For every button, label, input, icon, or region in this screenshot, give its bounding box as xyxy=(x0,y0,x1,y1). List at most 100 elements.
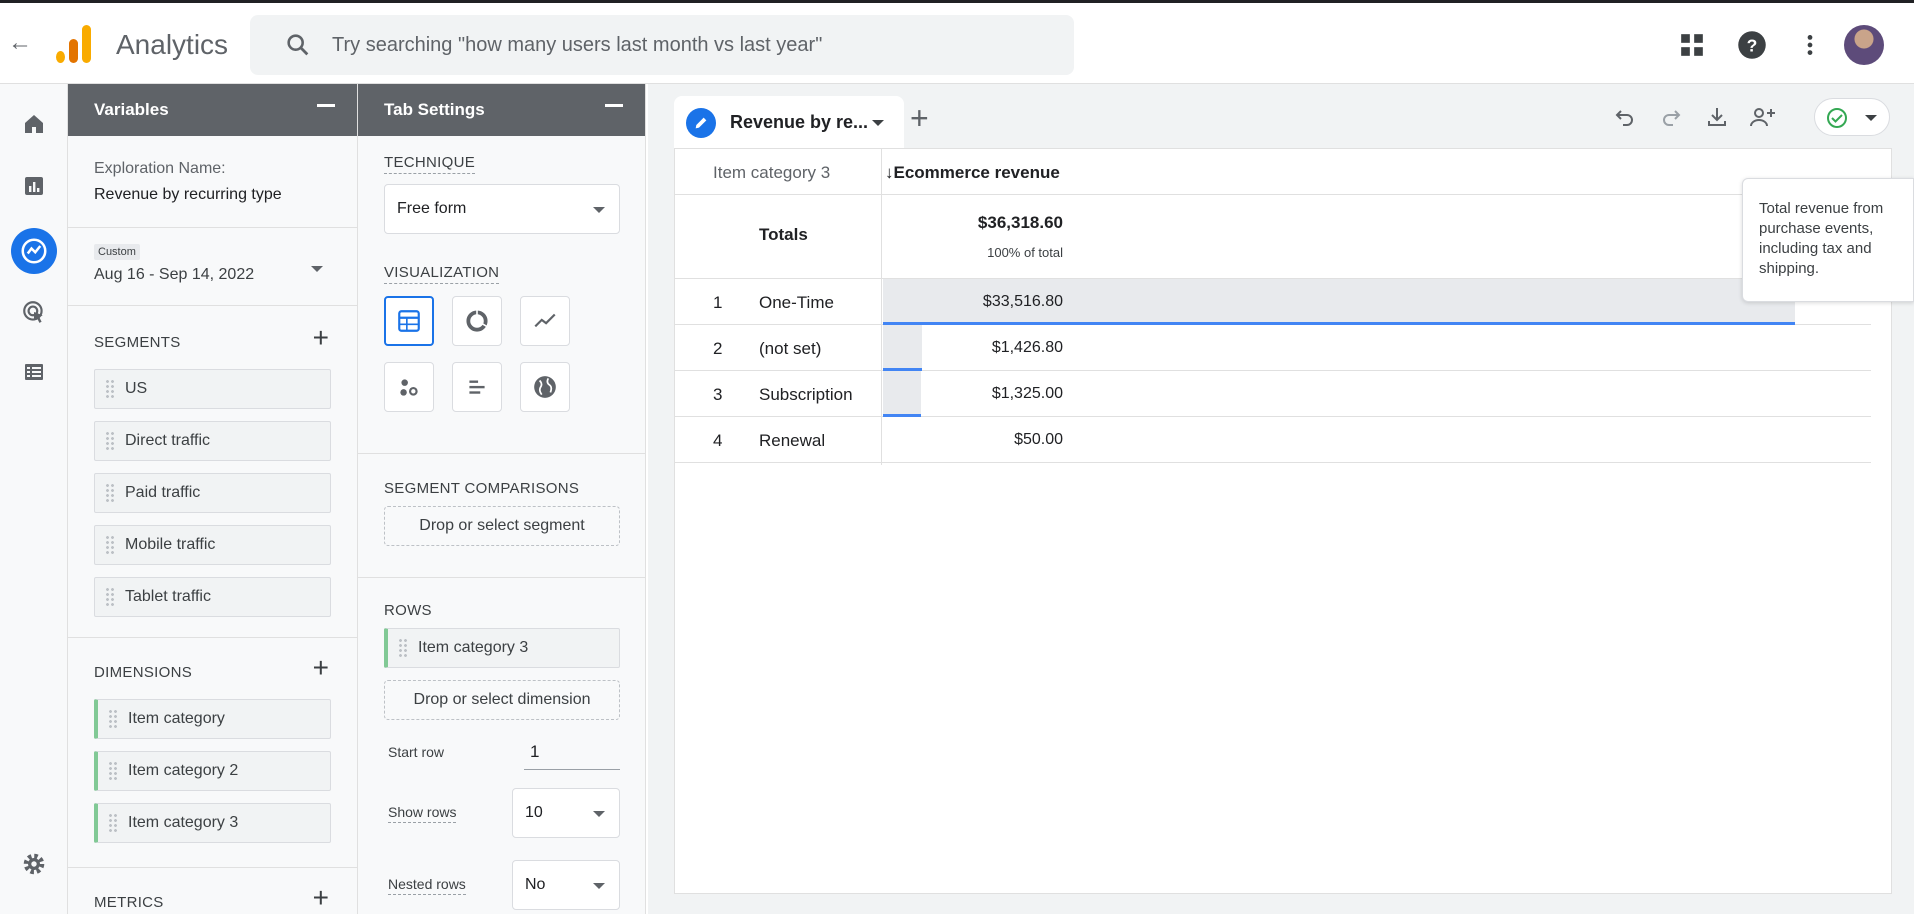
search-bar[interactable]: Try searching "how many users last month… xyxy=(250,15,1074,75)
tab-label: Revenue by re... xyxy=(730,112,869,132)
segment-comparisons-title: SEGMENT COMPARISONS xyxy=(384,480,580,497)
dimension-dropzone[interactable]: Drop or select dimension xyxy=(384,680,620,720)
tab-settings-panel: Tab Settings TECHNIQUE Free form VISUALI… xyxy=(358,84,646,914)
segment-chip[interactable]: Direct traffic xyxy=(94,421,331,461)
exploration-name-label: Exploration Name: xyxy=(94,160,226,177)
dimension-chip[interactable]: Item category xyxy=(94,699,331,739)
chevron-down-icon xyxy=(1865,115,1877,121)
pencil-edit-icon[interactable] xyxy=(686,108,716,138)
segment-chip[interactable]: US xyxy=(94,369,331,409)
metrics-title: METRICS xyxy=(94,894,164,911)
drag-handle-icon[interactable] xyxy=(108,761,118,781)
geo-viz-button[interactable] xyxy=(520,362,570,412)
start-row-label: Start row xyxy=(388,744,445,760)
status-check-button[interactable] xyxy=(1814,98,1890,136)
svg-text:?: ? xyxy=(1747,35,1758,55)
tab-settings-header: Tab Settings xyxy=(358,84,645,136)
drag-handle-icon[interactable] xyxy=(105,379,115,399)
share-user-icon[interactable] xyxy=(1746,100,1780,134)
exploration-tab[interactable]: Revenue by re... xyxy=(674,96,904,148)
metric-tooltip: Total revenue from purchase events, incl… xyxy=(1742,178,1914,302)
exploration-name-section: Exploration Name: Revenue by recurring t… xyxy=(68,136,357,228)
row-dimension-value: (not set) xyxy=(759,339,822,358)
date-dropdown-icon[interactable] xyxy=(311,266,323,272)
more-vert-icon[interactable] xyxy=(1788,23,1832,67)
scatter-chart-icon xyxy=(400,379,418,396)
download-icon[interactable] xyxy=(1700,100,1734,134)
check-circle-icon xyxy=(1827,108,1847,128)
bar-background xyxy=(883,371,921,416)
start-row-input[interactable]: 1 xyxy=(524,730,620,770)
dimension-chip[interactable]: Item category 3 xyxy=(94,803,331,843)
undo-icon[interactable] xyxy=(1608,100,1642,134)
configure-list-icon[interactable] xyxy=(14,352,54,392)
row-dimension-value: Renewal xyxy=(759,431,826,450)
search-placeholder: Try searching "how many users last month… xyxy=(332,34,823,56)
help-icon[interactable]: ? xyxy=(1730,23,1774,67)
table-row[interactable]: 3 Subscription $1,325.00 xyxy=(675,371,1871,417)
apps-grid-icon[interactable] xyxy=(1670,23,1714,67)
rows-section: ROWS Item category 3 Drop or select dime… xyxy=(358,578,645,914)
variables-panel: Variables Exploration Name: Revenue by r… xyxy=(68,84,358,914)
donut-viz-button[interactable] xyxy=(452,296,502,346)
account-avatar-button[interactable] xyxy=(1842,23,1886,67)
drag-handle-icon[interactable] xyxy=(105,587,115,607)
bar-viz-button[interactable] xyxy=(452,362,502,412)
dimension-header[interactable]: Item category 3 xyxy=(713,163,830,183)
explore-icon[interactable] xyxy=(11,228,57,274)
exploration-name-value[interactable]: Revenue by recurring type xyxy=(94,186,331,204)
table-row[interactable]: 2 (not set) $1,426.80 xyxy=(675,325,1871,371)
metric-header[interactable]: ↓Ecommerce revenue xyxy=(885,163,1060,183)
table-row[interactable]: 1 One-Time $33,516.80 xyxy=(675,279,1871,325)
add-metric-plus-icon[interactable]: + xyxy=(313,882,329,914)
row-dimension-chip[interactable]: Item category 3 xyxy=(384,628,620,668)
drag-handle-icon[interactable] xyxy=(105,483,115,503)
drag-handle-icon[interactable] xyxy=(398,638,408,658)
top-bar: ← Analytics Try searching "how many user… xyxy=(0,0,1914,84)
rows-title: ROWS xyxy=(384,602,432,619)
table-header-row: Item category 3 ↓Ecommerce revenue xyxy=(675,149,1871,195)
dimension-chip[interactable]: Item category 2 xyxy=(94,751,331,791)
show-rows-select[interactable]: 10 xyxy=(512,788,620,838)
drag-handle-icon[interactable] xyxy=(108,813,118,833)
date-range-section[interactable]: Custom Aug 16 - Sep 14, 2022 xyxy=(68,228,357,306)
line-viz-button[interactable] xyxy=(520,296,570,346)
drag-handle-icon[interactable] xyxy=(105,431,115,451)
drag-handle-icon[interactable] xyxy=(105,535,115,555)
add-dimension-plus-icon[interactable]: + xyxy=(313,652,329,684)
line-chart-icon xyxy=(534,313,556,328)
row-dimension-value: Subscription xyxy=(759,385,853,404)
add-segment-plus-icon[interactable]: + xyxy=(313,322,329,354)
technique-select[interactable]: Free form xyxy=(384,184,620,234)
advertising-icon[interactable] xyxy=(14,292,54,332)
reports-icon[interactable] xyxy=(14,166,54,206)
segment-chip[interactable]: Mobile traffic xyxy=(94,525,331,565)
date-range: Aug 16 - Sep 14, 2022 xyxy=(94,266,255,283)
table-viz-button[interactable] xyxy=(384,296,434,346)
technique-visualization-section: TECHNIQUE Free form VISUALIZATION xyxy=(358,136,645,454)
segment-list: US Direct traffic Paid traffic Mobile tr… xyxy=(94,369,331,617)
tab-dropdown-icon[interactable] xyxy=(872,120,884,126)
row-metric-value: $50.00 xyxy=(1014,431,1063,448)
minimize-icon[interactable] xyxy=(605,104,623,107)
home-icon[interactable] xyxy=(14,104,54,144)
totals-pct: 100% of total xyxy=(987,245,1063,260)
analytics-logo xyxy=(56,25,92,63)
chevron-down-icon xyxy=(593,883,605,889)
nested-rows-select[interactable]: No xyxy=(512,860,620,910)
add-tab-plus-icon[interactable]: + xyxy=(910,100,929,137)
segment-dropzone[interactable]: Drop or select segment xyxy=(384,506,620,546)
redo-icon[interactable] xyxy=(1654,100,1688,134)
segment-chip[interactable]: Paid traffic xyxy=(94,473,331,513)
row-number: 4 xyxy=(713,431,723,450)
drag-handle-icon[interactable] xyxy=(108,709,118,729)
app-title: Analytics xyxy=(116,29,229,60)
globe-icon xyxy=(534,376,556,398)
segment-chip[interactable]: Tablet traffic xyxy=(94,577,331,617)
back-arrow-icon[interactable]: ← xyxy=(6,29,34,57)
minimize-icon[interactable] xyxy=(317,104,335,107)
table-row[interactable]: 4 Renewal $50.00 xyxy=(675,417,1871,463)
scatter-viz-button[interactable] xyxy=(384,362,434,412)
metrics-section: METRICS + xyxy=(68,868,357,914)
settings-gear-icon[interactable] xyxy=(14,844,54,884)
